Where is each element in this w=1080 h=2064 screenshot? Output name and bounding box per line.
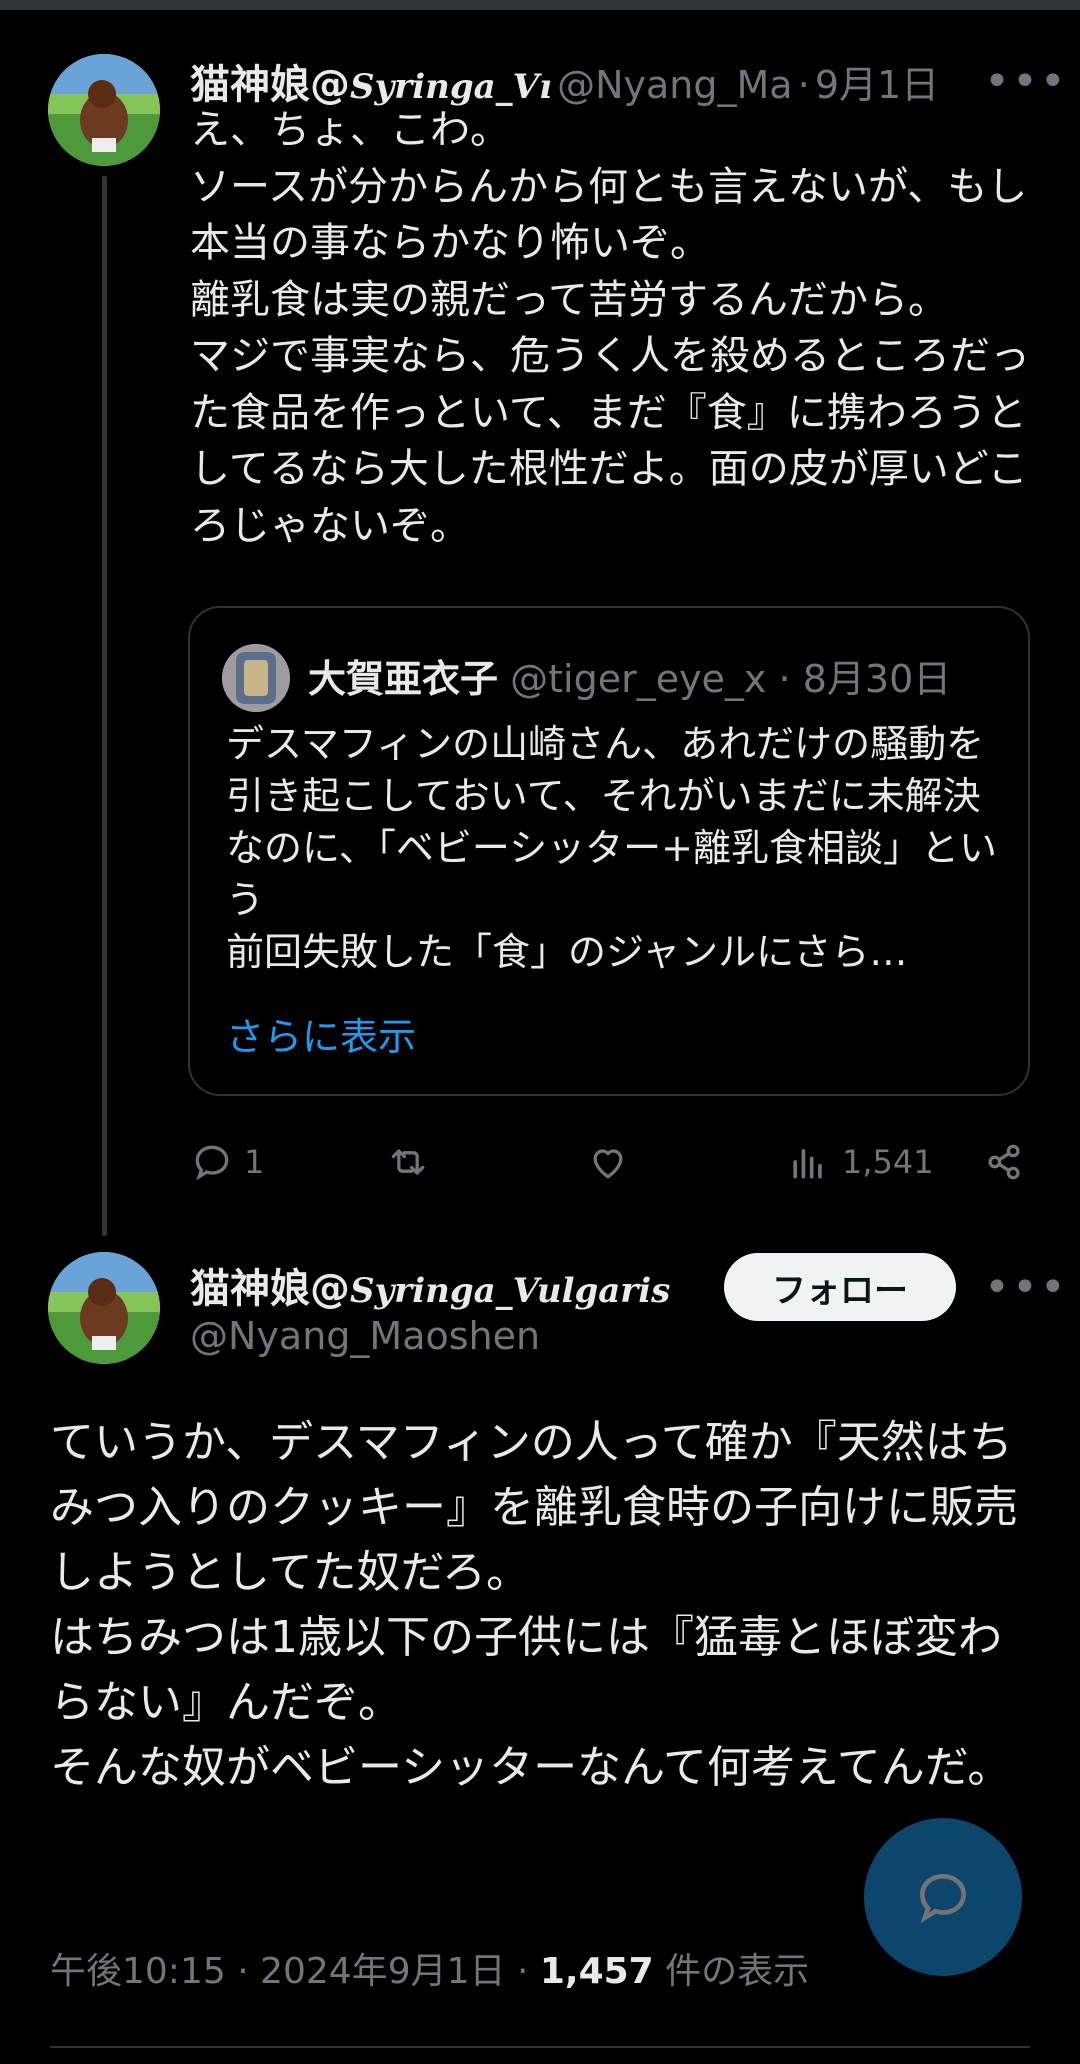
repost-icon [391, 1149, 425, 1175]
show-more-link[interactable]: さらに表示 [226, 1006, 416, 1061]
handle[interactable]: @tiger_eye_x [510, 657, 766, 701]
compose-reply-button[interactable] [864, 1818, 1022, 1976]
reply-icon [195, 1145, 229, 1181]
post-date[interactable]: 8月30日 [803, 657, 952, 701]
tweet-meta: 午後10:15 · 2024年9月1日 · 1,457 件の表示 [50, 1942, 809, 1994]
thread-line [102, 176, 107, 1236]
reply-count: 1 [244, 1143, 265, 1181]
avatar [222, 644, 290, 712]
avatar[interactable] [48, 54, 160, 166]
avatar-image [222, 644, 290, 712]
avatar-image [48, 1252, 160, 1364]
display-name[interactable]: 猫神娘@ [190, 1266, 350, 1312]
follow-button[interactable]: フォロー [724, 1253, 956, 1321]
share-icon [988, 1144, 1020, 1180]
quoted-tweet[interactable]: 大賀亜衣子 @tiger_eye_x · 8月30日 デスマフィンの山崎さん、あ… [188, 606, 1030, 1096]
view-count: 1,457 [539, 1951, 654, 1992]
handle[interactable]: @Nyang_Ma [557, 63, 792, 107]
repost-button[interactable] [386, 1140, 430, 1184]
reply-icon [920, 1874, 966, 1923]
divider [50, 2046, 1030, 2048]
separator-dot: · [778, 657, 791, 701]
tweet2-name: 猫神娘@Syringa_Vulgaris [190, 1256, 670, 1314]
tweet2-text: ていうか、デスマフィンの人って確か『天然はちみつ入りのクッキー』を離乳食時の子向… [50, 1417, 1018, 1793]
avatar-image [48, 54, 160, 166]
post-date[interactable]: 9月1日 [815, 63, 939, 107]
reply-button[interactable]: 1 [190, 1140, 264, 1184]
display-name-script[interactable]: Syringa_Vı [350, 67, 552, 107]
bar-chart-icon [793, 1149, 822, 1179]
more-options-icon[interactable]: ••• [984, 60, 1068, 104]
tweet1-text: え、ちょ、こわ。 ソースが分からんから何とも言えないが、もし本当の事ならかなり怖… [190, 107, 1030, 549]
view-count: 1,541 [842, 1143, 934, 1181]
tweet1-actions: 1 1,541 [0, 1140, 1080, 1190]
like-button[interactable] [586, 1140, 630, 1184]
share-button[interactable] [982, 1140, 1026, 1184]
top-status-strip [0, 0, 1080, 10]
more-options-icon[interactable]: ••• [984, 1266, 1068, 1310]
handle[interactable]: @Nyang_Maoshen [190, 1314, 540, 1358]
views-button[interactable]: 1,541 [786, 1140, 934, 1184]
heart-icon [593, 1149, 623, 1179]
separator-dot: · [797, 63, 810, 107]
post-timestamp[interactable]: 午後10:15 · 2024年9月1日 · [50, 1951, 540, 1992]
quote-header: 大賀亜衣子 @tiger_eye_x · 8月30日 [308, 648, 951, 703]
display-name[interactable]: 大賀亜衣子 [308, 657, 498, 701]
view-label: 件の表示 [653, 1951, 810, 1992]
quote-text: デスマフィンの山崎さん、あれだけの騒動を引き起こしておいて、それがいまだに未解決… [226, 722, 997, 974]
avatar[interactable] [48, 1252, 160, 1364]
display-name-script[interactable]: Syringa_Vulgaris [350, 1271, 670, 1311]
